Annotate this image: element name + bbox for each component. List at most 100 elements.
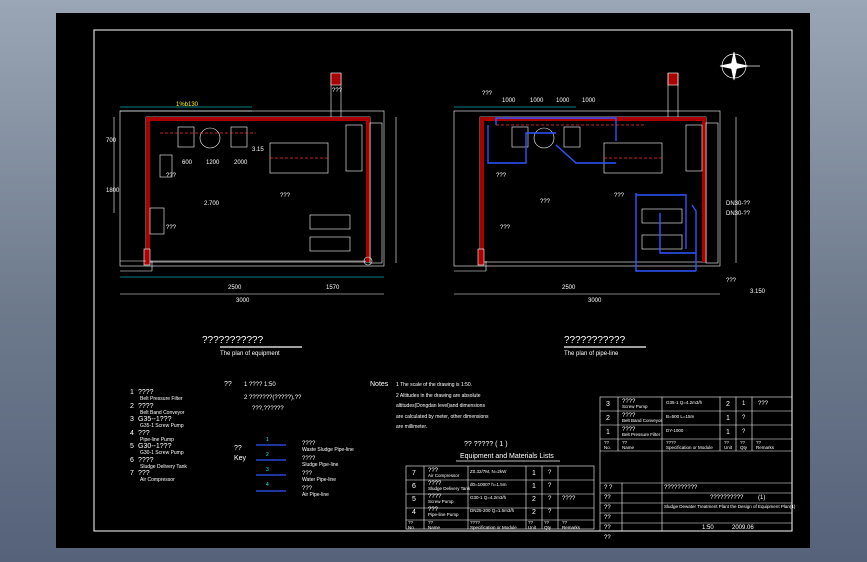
table-row-qty: ? <box>548 509 552 515</box>
table-header-cell: ?? Qty <box>544 520 552 530</box>
table-row-name-en: Pipe-line Pump <box>428 512 459 517</box>
left-plan-subtitle: The plan of equipment <box>220 351 280 357</box>
right-dim-top-0: ??? <box>482 91 493 97</box>
table-row-unit: 2 <box>532 509 536 516</box>
table-row-unit: 1 <box>532 483 536 490</box>
tb-row-label: ?? <box>604 515 611 521</box>
notes-line: 1 The scale of the drawing is 1:50. <box>396 382 473 388</box>
legend-item-en: Sludge Delivery Tank <box>140 463 187 470</box>
table2-row-unit: 1 <box>726 415 730 422</box>
right-plan-subtitle: The plan of pipe-line <box>564 351 619 357</box>
right-plan-title: ??????????? <box>564 335 626 346</box>
table2-row-spec: B=500 L=15m <box>666 414 695 419</box>
table2-row-qty: 1 <box>742 401 746 407</box>
scale-item-1: 1 ???? 1:50 <box>244 382 276 388</box>
legend-item-en: G35-1 Screw Pump <box>140 423 184 429</box>
left-tag-4: 3.15 <box>252 147 264 153</box>
table-row-qty: ? <box>548 496 552 502</box>
table2-row-qty: ? <box>742 415 746 421</box>
key-item-en: Air Pipe-line <box>302 492 329 498</box>
legend-item-num: 5 <box>130 443 134 450</box>
tb-drawing-en: Sludge Dewater Treatment Plant the Desig… <box>664 504 796 509</box>
key-item-symbol: 3 <box>266 467 269 473</box>
table-title-en: Equipment and Materials Lists <box>460 453 554 460</box>
legend-item-name: ???? <box>138 456 154 464</box>
right-plan <box>453 72 737 295</box>
legend-item-name: ??? <box>138 470 150 477</box>
tb-row-label: ?? <box>604 525 611 531</box>
tb-drawing-num: (1) <box>758 495 766 501</box>
left-dim-mid-2: 1200 <box>206 160 220 166</box>
table2-header-cell: ?? Unit <box>724 440 733 450</box>
right-tag-7: ??? <box>726 278 737 284</box>
left-tag-2: ??? <box>166 173 177 179</box>
tb-row-label: ?? <box>604 505 611 511</box>
table2-row-spec: G35-1 Q=4.2m3/h <box>666 400 703 405</box>
notes-line: 2 Altitudes in the drawing are absolute <box>396 392 481 399</box>
table2-header-cell: ?? Qty <box>740 440 748 450</box>
table-row-no: 5 <box>412 496 416 503</box>
left-dim-mid-3: 2000 <box>234 160 248 166</box>
legend-item-name: G35--1??? <box>138 416 172 423</box>
table-row-spec: Z0.32/7M, N=2kW <box>470 469 507 474</box>
right-dim-top-4: 1000 <box>582 98 596 104</box>
table2-header-cell: ?? No. <box>604 440 612 450</box>
table-row-qty: ? <box>548 470 552 476</box>
key-item-symbol: 1 <box>266 437 269 443</box>
table-row-name-en: Screw Pump <box>428 499 454 504</box>
table-row-no: 7 <box>412 470 416 477</box>
key-sub: Key <box>234 455 247 462</box>
table2-row-no: 1 <box>606 429 610 436</box>
table-row-qty: ? <box>548 483 552 489</box>
tb-row-label: ?? <box>604 535 611 541</box>
left-dim-bottom-2: 1570 <box>326 285 340 291</box>
table-row-name-en: Sludge Delivery Tank <box>428 486 471 491</box>
left-tag-6: 2.700 <box>204 201 220 207</box>
key-item-en: Sludge Pipe-line <box>302 462 339 468</box>
left-dim-left-2: 1800 <box>106 188 120 194</box>
key-header: ?? <box>234 445 242 452</box>
key-item-en: Waste Sludge Pipe-line <box>302 447 354 453</box>
table2-row-name-en: Belt Band Conveyor <box>622 418 663 423</box>
notes-line: are millimeter. <box>396 424 428 430</box>
right-dim-top-3: 1000 <box>556 98 570 104</box>
table2-header-cell: ???? Specification or Module <box>666 440 713 450</box>
table-row-spec: G30-1 Q=4.2m3/h <box>470 495 507 500</box>
legend-item-name: ???? <box>138 389 154 396</box>
table-row-rem: ???? <box>562 496 576 502</box>
right-dim-bottom-1: 2500 <box>562 285 576 291</box>
right-tag-4: ??? <box>614 193 625 199</box>
tb-proj-val: ?????????? <box>664 485 698 491</box>
left-dim-bottom-3: 3000 <box>236 298 250 304</box>
legend-item-num: 2 <box>130 402 134 410</box>
table-row-no: 4 <box>412 509 416 516</box>
right-dim-top-1: 1000 <box>502 98 516 104</box>
key-item-symbol: 4 <box>266 482 269 488</box>
left-tag-5: ??? <box>280 193 291 199</box>
table2-row-spec: DY-1000 <box>666 428 684 433</box>
legend-item-name: ???? <box>138 402 154 410</box>
table-row-no: 6 <box>412 483 416 490</box>
table2-header-cell: ?? Remarks <box>756 440 775 450</box>
table-header-cell: ?? Remarks <box>562 520 581 530</box>
legend-item-num: 7 <box>130 470 134 477</box>
legend-item-num: 3 <box>130 416 134 423</box>
table-row-unit: 1 <box>532 470 536 477</box>
notes-line: altitudes(Dongdan level)and dimensions <box>396 403 485 409</box>
left-plan <box>113 72 397 295</box>
legend-item-num: 1 <box>130 389 134 396</box>
left-tag-1: ??? <box>332 88 343 94</box>
table-row-spec: d0=1000? h=1.5m <box>470 482 507 487</box>
legend-item-name: ??? <box>138 429 150 437</box>
table2-row-name-en: Screw Pump <box>622 404 648 409</box>
left-tag-3: ??? <box>166 225 177 231</box>
table-row-name-en: Air Compressor <box>428 473 460 478</box>
tb-row-label: ?? <box>604 495 611 501</box>
right-tag-5: DN30-?? <box>726 201 751 207</box>
legend-item-en: Belt Pressure Filter <box>140 396 183 402</box>
table-row-unit: 2 <box>532 496 536 503</box>
scale-item-3: ???,?????? <box>252 406 284 412</box>
legend-item-en: G30-1 Screw Pump <box>140 450 184 456</box>
tb-date: 2009.06 <box>732 525 754 531</box>
right-tag-2: ??? <box>500 225 511 231</box>
